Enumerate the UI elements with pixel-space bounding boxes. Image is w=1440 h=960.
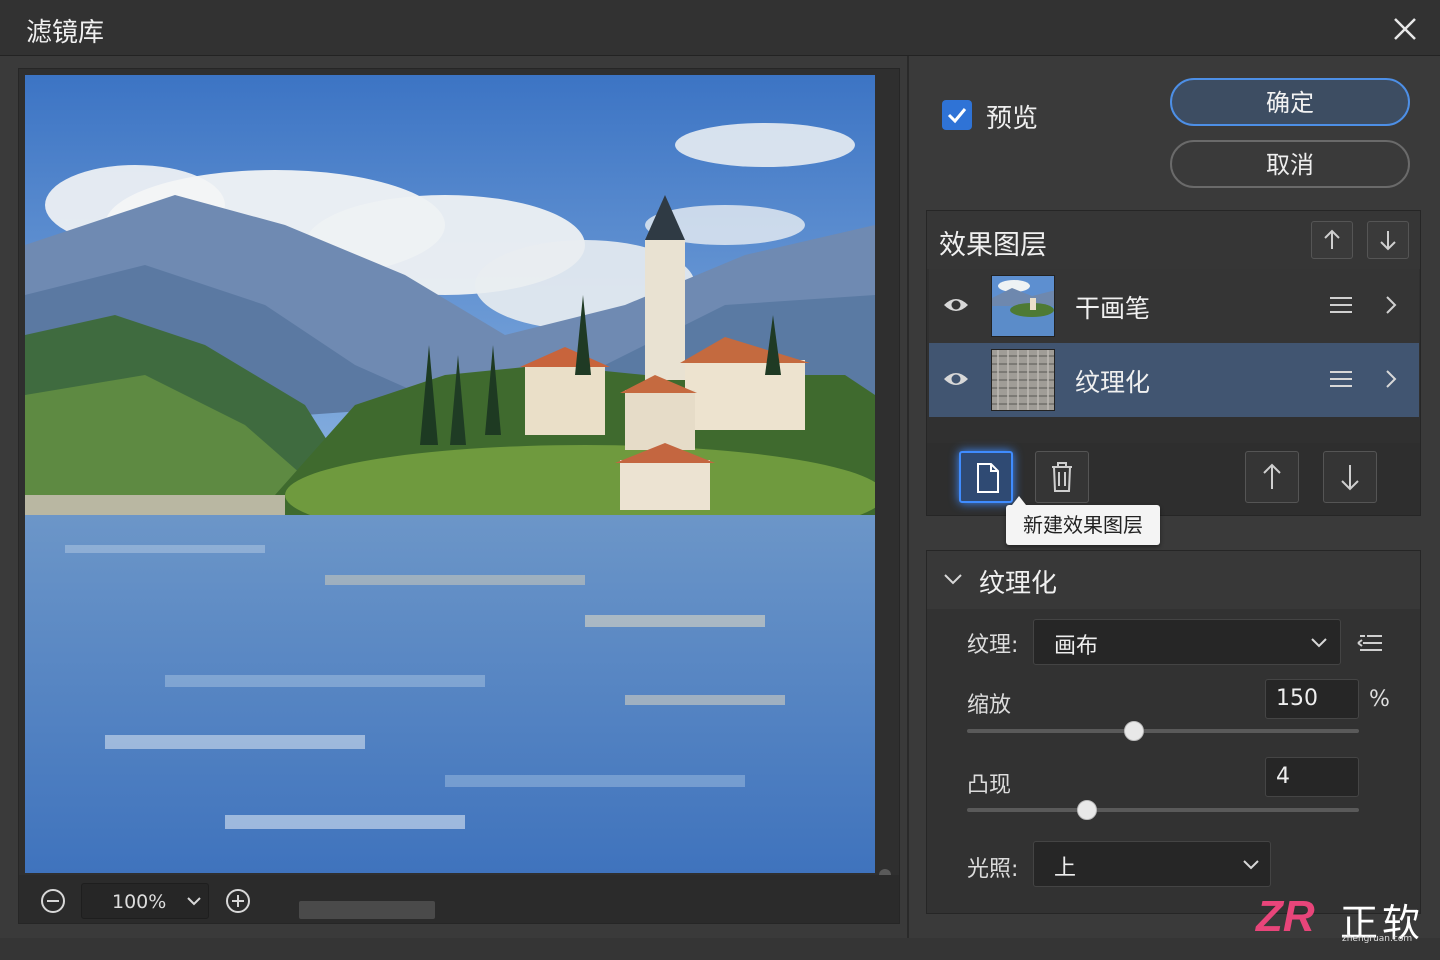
relief-label: 凸现 — [967, 773, 1012, 798]
chevron-right-icon[interactable] — [1381, 365, 1401, 393]
texture-label: 纹理: — [967, 633, 1019, 658]
layer-row-dry-brush[interactable]: 干画笔 — [929, 269, 1419, 343]
texture-select[interactable]: 画布 — [1033, 619, 1341, 665]
relief-slider-track[interactable] — [967, 808, 1359, 812]
move-layer-up-button[interactable] — [1245, 451, 1299, 503]
layers-move-up-button[interactable] — [1311, 221, 1353, 259]
filter-properties-header[interactable]: 纹理化 — [927, 551, 1420, 609]
scale-input[interactable]: 150 — [1265, 679, 1359, 719]
menu-icon[interactable] — [1327, 367, 1355, 391]
filter-properties-panel: 纹理化 纹理: 画布 缩放 150 % 凸现 4 光照: 上 — [926, 550, 1421, 914]
horizontal-scrollbar[interactable] — [299, 901, 435, 919]
chevron-right-icon[interactable] — [1381, 291, 1401, 319]
effect-layers-header: 效果图层 — [927, 211, 1420, 269]
scale-slider-track[interactable] — [967, 729, 1359, 733]
chevron-down-icon — [1310, 632, 1328, 652]
panel-divider — [907, 56, 909, 938]
scale-label: 缩放 — [967, 693, 1012, 718]
layer-row-texturizer[interactable]: 纹理化 — [929, 343, 1419, 417]
checkmark-icon[interactable] — [942, 100, 972, 130]
painting-lake-island — [25, 75, 875, 873]
chevron-down-icon[interactable] — [941, 569, 965, 589]
zoom-value: 100% — [112, 891, 167, 913]
watermark-logo: ZR 正软 zhengruan.com — [1256, 892, 1432, 948]
zoom-in-icon[interactable] — [224, 887, 252, 915]
delete-layer-button[interactable] — [1035, 451, 1089, 503]
light-value: 上 — [1054, 856, 1077, 881]
layer-name: 干画笔 — [1075, 294, 1151, 323]
bottom-bar — [0, 938, 1440, 960]
preview-image[interactable] — [25, 75, 875, 873]
arrow-up-icon — [1263, 463, 1281, 489]
texture-options-icon[interactable] — [1357, 631, 1385, 655]
chevron-down-icon — [186, 890, 202, 912]
watermark-mark: ZR — [1256, 892, 1315, 941]
arrow-down-icon — [1341, 465, 1359, 491]
eye-icon[interactable] — [943, 295, 969, 315]
effect-layers-panel: 效果图层 干画笔 纹理化 — [926, 210, 1421, 516]
trash-icon — [1052, 462, 1072, 492]
menu-icon[interactable] — [1327, 293, 1355, 317]
ok-button[interactable]: 确定 — [1170, 78, 1410, 126]
light-label: 光照: — [967, 857, 1019, 882]
light-select[interactable]: 上 — [1033, 841, 1271, 887]
layer-name: 纹理化 — [1075, 368, 1151, 397]
layers-toolbar — [927, 443, 1420, 515]
preview-checkbox[interactable]: 预览 — [942, 98, 1062, 134]
scale-unit: % — [1369, 687, 1390, 712]
title-bar: 滤镜库 — [0, 0, 1440, 56]
effect-layers-title: 效果图层 — [939, 230, 1047, 261]
filter-title: 纹理化 — [979, 569, 1058, 599]
window-title: 滤镜库 — [26, 18, 105, 48]
new-effect-layer-button[interactable] — [959, 451, 1013, 503]
zoom-select[interactable]: 100% — [81, 883, 209, 919]
relief-input[interactable]: 4 — [1265, 757, 1359, 797]
move-layer-down-button[interactable] — [1323, 451, 1377, 503]
preview-panel: 100% — [18, 68, 900, 924]
new-layer-tooltip: 新建效果图层 — [1006, 496, 1160, 545]
preview-label: 预览 — [986, 104, 1039, 134]
zoom-out-icon[interactable] — [39, 887, 67, 915]
watermark-url: zhengruan.com — [1342, 934, 1413, 944]
close-icon[interactable] — [1388, 12, 1422, 46]
chevron-down-icon — [1242, 854, 1260, 874]
layers-move-down-button[interactable] — [1367, 221, 1409, 259]
arrow-up-icon — [1324, 229, 1340, 249]
eye-icon[interactable] — [943, 369, 969, 389]
texture-value: 画布 — [1054, 634, 1099, 659]
arrow-down-icon — [1380, 231, 1396, 251]
layer-thumbnail — [991, 275, 1055, 337]
layer-thumbnail — [991, 349, 1055, 411]
relief-slider-knob[interactable] — [1077, 800, 1097, 820]
zoom-bar: 100% — [19, 875, 899, 923]
new-page-icon — [977, 463, 999, 493]
scale-slider-knob[interactable] — [1124, 721, 1144, 741]
cancel-button[interactable]: 取消 — [1170, 140, 1410, 188]
